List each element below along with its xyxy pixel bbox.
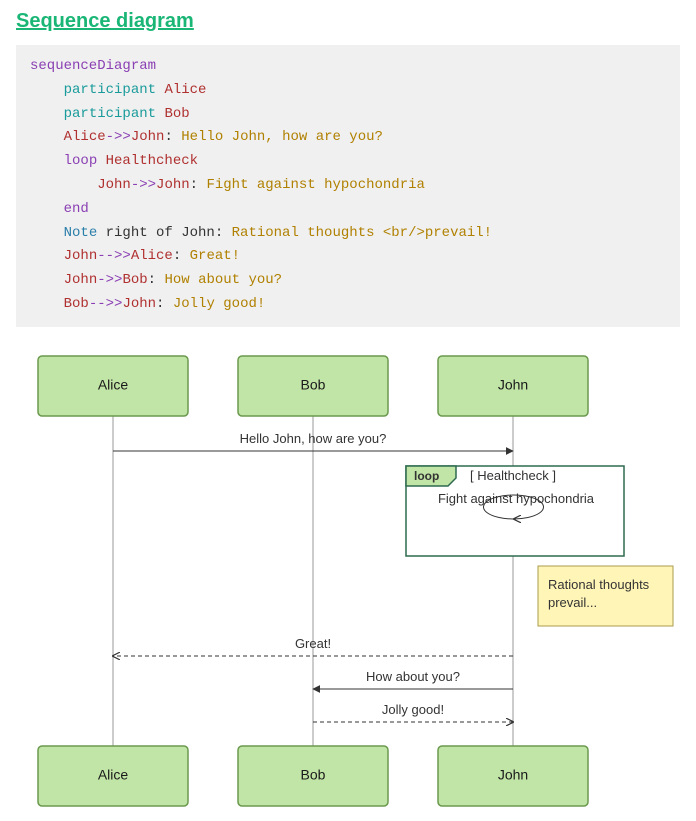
sequence-diagram: Alice Bob John Hello John, how are you? … [18, 351, 678, 811]
actor-label: John [498, 766, 528, 782]
actor-label: Bob [301, 766, 326, 782]
message-label: Jolly good! [382, 702, 444, 717]
message-label: How about you? [366, 669, 460, 684]
code-keyword: participant [64, 82, 165, 98]
message-label: Great! [295, 636, 331, 651]
code-block: sequenceDiagram participant Alice partic… [16, 45, 680, 327]
note-text: prevail... [548, 595, 597, 610]
actor-label: Alice [98, 766, 129, 782]
message-label: Hello John, how are you? [240, 431, 387, 446]
actor-label: Alice [98, 376, 129, 392]
code-keyword: participant [64, 106, 165, 122]
loop-tag-label: loop [414, 469, 439, 483]
actor-label: Bob [301, 376, 326, 392]
loop-message-label: Fight against hypochondria [438, 491, 595, 506]
code-identifier: Bob [164, 106, 189, 122]
note-text: Rational thoughts [548, 577, 650, 592]
code-identifier: Alice [164, 82, 206, 98]
actor-label: John [498, 376, 528, 392]
section-heading-link[interactable]: Sequence diagram [16, 10, 194, 33]
code-keyword: sequenceDiagram [30, 58, 156, 74]
loop-title: [ Healthcheck ] [470, 468, 556, 483]
